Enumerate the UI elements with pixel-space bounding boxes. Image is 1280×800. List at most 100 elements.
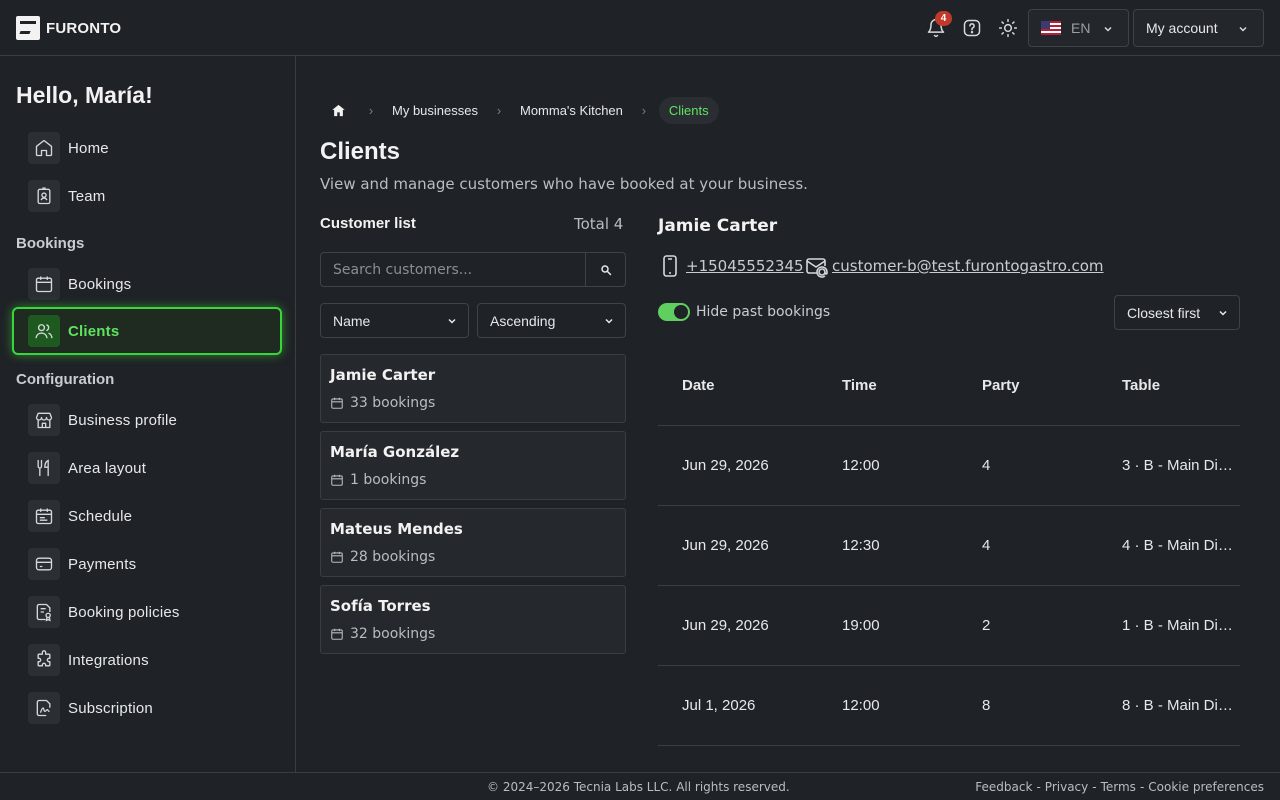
users-icon: [28, 315, 60, 347]
cell-time: 12:00: [842, 457, 880, 474]
sidebar-item-integrations[interactable]: Integrations: [12, 636, 282, 684]
client-card-sofia-torres[interactable]: Sofía Torres 32 bookings: [320, 585, 626, 654]
help-icon[interactable]: [960, 16, 984, 40]
sidebar-item-team[interactable]: Team: [12, 172, 282, 220]
my-account-button[interactable]: My account: [1133, 9, 1264, 47]
cell-date: Jun 29, 2026: [682, 537, 769, 554]
toggle-switch[interactable]: [658, 303, 690, 321]
page-subtitle: View and manage customers who have booke…: [320, 175, 808, 193]
home-icon: [28, 132, 60, 164]
greeting: Hello, María!: [16, 82, 153, 108]
sidebar-item-payments[interactable]: Payments: [12, 540, 282, 588]
footer-link-feedback[interactable]: Feedback: [975, 780, 1032, 794]
cell-table: 3 · B - Main Dining Room: [1122, 457, 1240, 474]
sort-order-value: Ascending: [490, 312, 556, 329]
column-header-date[interactable]: Date: [682, 377, 715, 394]
sidebar-item-label: Integrations: [68, 651, 149, 669]
table-row[interactable]: Jun 29, 2026 19:00 2 1 · B - Main Dining…: [658, 586, 1240, 666]
bookings-table: Date Time Party Table Jun 29, 2026 12:00…: [658, 346, 1240, 746]
footer-links: Feedback - Privacy - Terms - Cookie pref…: [975, 780, 1264, 794]
calendar-icon: [28, 268, 60, 300]
sidebar-item-area-layout[interactable]: Area layout: [12, 444, 282, 492]
sidebar-item-subscription[interactable]: Subscription: [12, 684, 282, 732]
client-bookings-count: 1 bookings: [350, 472, 427, 488]
top-bar: FURONTO 4 EN My account: [0, 0, 1280, 56]
calendar-icon: [331, 474, 343, 486]
column-header-table[interactable]: Table: [1122, 377, 1240, 394]
client-card-jamie-carter[interactable]: Jamie Carter 33 bookings: [320, 354, 626, 423]
footer-separator: -: [1036, 780, 1041, 794]
schedule-icon: [28, 500, 60, 532]
cell-party: 2: [982, 617, 991, 634]
breadcrumb-current: Clients: [658, 96, 719, 124]
subscription-icon: [28, 692, 60, 724]
breadcrumb-home-icon[interactable]: [320, 96, 356, 124]
sort-order-select[interactable]: Ascending: [477, 303, 626, 338]
calendar-icon: [331, 397, 343, 409]
booking-order-select[interactable]: Closest first: [1114, 295, 1240, 330]
language-selector[interactable]: EN: [1028, 9, 1129, 47]
customer-list-title: Customer list: [320, 215, 416, 232]
calendar-icon: [331, 551, 343, 563]
phone-icon: [663, 255, 677, 277]
cell-time: 12:30: [842, 537, 880, 554]
email-link[interactable]: customer-b@test.furontogastro.com: [832, 257, 1104, 275]
client-phone: +15045552345: [660, 254, 804, 278]
booking-order-value: Closest first: [1127, 304, 1201, 321]
customer-total: Total 4: [574, 215, 624, 233]
sort-field-select[interactable]: Name: [320, 303, 469, 338]
sidebar-item-booking-policies[interactable]: Booking policies: [12, 588, 282, 636]
theme-toggle-sun-icon[interactable]: [996, 16, 1020, 40]
breadcrumb-business[interactable]: Momma's Kitchen: [514, 103, 629, 118]
breadcrumb-separator: ›: [368, 102, 374, 118]
phone-link[interactable]: +15045552345: [686, 257, 804, 275]
search-button[interactable]: [585, 252, 626, 287]
sidebar-item-label: Area layout: [68, 459, 147, 477]
client-card-mateus-mendes[interactable]: Mateus Mendes 28 bookings: [320, 508, 626, 577]
cell-table: 8 · B - Main Dining Room: [1122, 697, 1240, 714]
footer-separator: -: [1092, 780, 1097, 794]
footer-link-privacy[interactable]: Privacy: [1045, 780, 1088, 794]
cell-party: 4: [982, 537, 991, 554]
table-row[interactable]: Jul 1, 2026 12:00 8 8 · B - Main Dining …: [658, 666, 1240, 746]
sidebar-item-clients[interactable]: Clients: [12, 307, 282, 355]
badge-icon: [28, 180, 60, 212]
chevron-down-icon: [448, 318, 456, 324]
cell-table: 4 · B - Main Dining Room: [1122, 537, 1240, 554]
search-customers-input[interactable]: [320, 252, 586, 287]
sidebar-item-home[interactable]: Home: [12, 124, 282, 172]
us-flag-icon: [1041, 21, 1061, 35]
breadcrumb: › My businesses › Momma's Kitchen › Clie…: [320, 96, 719, 124]
table-row[interactable]: Jun 29, 2026 12:30 4 4 · B - Main Dining…: [658, 506, 1240, 586]
column-header-party[interactable]: Party: [982, 377, 1020, 394]
sidebar-item-label: Schedule: [68, 507, 133, 525]
column-header-time[interactable]: Time: [842, 377, 877, 394]
brand-logo[interactable]: FURONTO: [16, 16, 121, 40]
sidebar-item-label: Payments: [68, 555, 137, 573]
table-row[interactable]: Jun 29, 2026 12:00 4 3 · B - Main Dining…: [658, 426, 1240, 506]
account-label: My account: [1146, 20, 1218, 36]
brand-name: FURONTO: [46, 19, 122, 37]
sidebar-item-label: Subscription: [68, 699, 153, 717]
footer-link-cookie-preferences[interactable]: Cookie preferences: [1148, 780, 1264, 794]
sidebar-item-schedule[interactable]: Schedule: [12, 492, 282, 540]
cell-date: Jun 29, 2026: [682, 457, 769, 474]
search-icon: [600, 264, 611, 275]
copyright: © 2024–2026 Tecnia Labs LLC. All rights …: [487, 780, 790, 794]
client-bookings-count: 33 bookings: [350, 395, 436, 411]
sidebar-item-business-profile[interactable]: Business profile: [12, 396, 282, 444]
client-name: Sofía Torres: [330, 597, 431, 615]
footer-separator: -: [1139, 780, 1145, 794]
breadcrumb-my-businesses[interactable]: My businesses: [386, 103, 484, 118]
chevron-down-icon: [1219, 310, 1227, 316]
footer: © 2024–2026 Tecnia Labs LLC. All rights …: [0, 772, 1280, 800]
sidebar-item-label: Bookings: [68, 275, 132, 293]
sidebar-item-bookings[interactable]: Bookings: [12, 260, 282, 308]
language-label: EN: [1071, 20, 1091, 36]
calendar-icon: [331, 628, 343, 640]
credit-card-icon: [28, 548, 60, 580]
footer-link-terms[interactable]: Terms: [1101, 780, 1136, 794]
sidebar: Hello, María! Home Team Bookings Booking…: [0, 56, 296, 772]
hide-past-bookings-toggle[interactable]: Hide past bookings: [658, 303, 830, 321]
client-card-maria-gonzalez[interactable]: María González 1 bookings: [320, 431, 626, 500]
